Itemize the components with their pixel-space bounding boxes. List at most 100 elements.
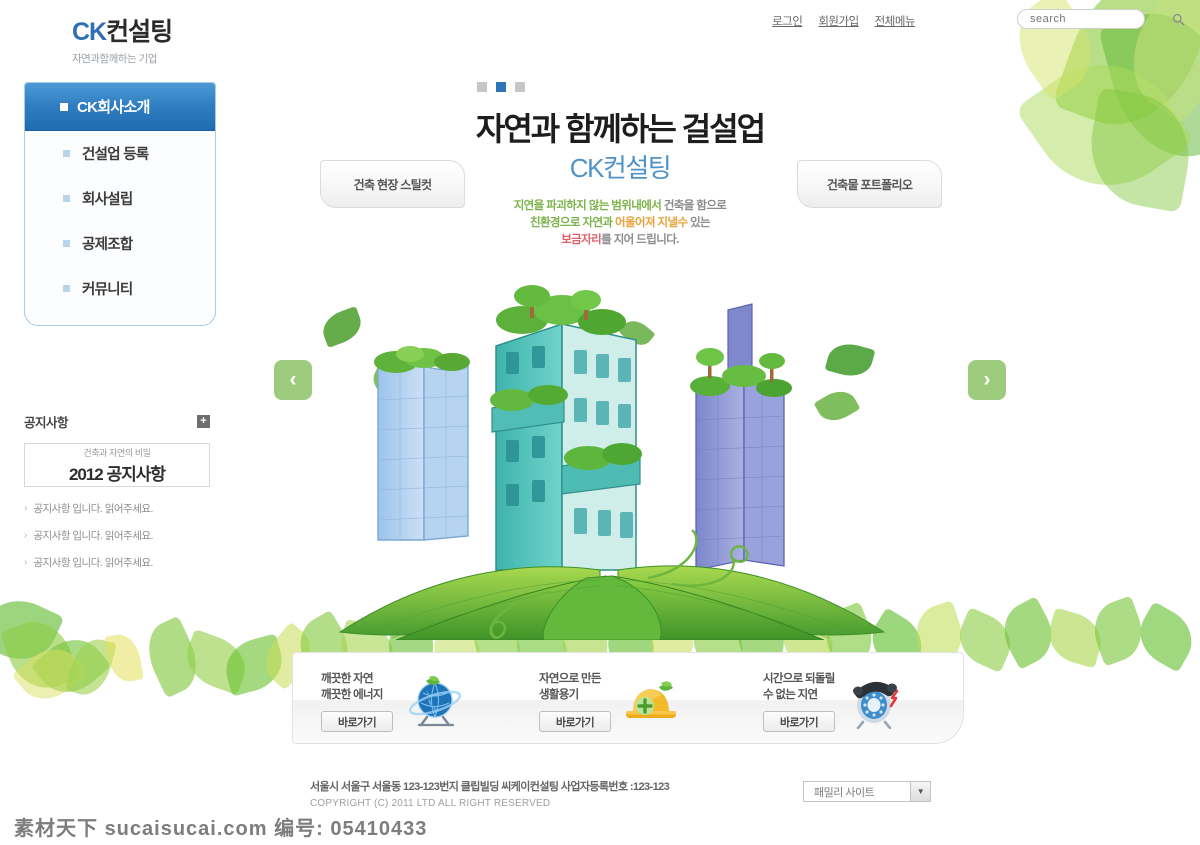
bullet-square-icon <box>63 240 70 247</box>
quick-link-button[interactable]: 바로가기 <box>321 711 393 732</box>
topnav-all-menu[interactable]: 전체메뉴 <box>875 13 916 29</box>
notice-board: 공지사항 + 건축과 자연의 비밀 2012 공지사항 › 공지사항 입니다. … <box>24 412 210 582</box>
notice-list-item[interactable]: › 공지사항 입니다. 읽어주세요. <box>24 555 210 570</box>
building-left <box>374 346 470 541</box>
search-box[interactable] <box>1017 9 1185 29</box>
slider-dot-1[interactable] <box>477 82 487 92</box>
watermark-domain: sucaisucai.com <box>104 818 268 840</box>
family-site-label: 패밀리 사이트 <box>814 786 875 799</box>
building-right <box>690 303 792 571</box>
site-logo[interactable]: CK컨설팅 자연과함께하는 기업 <box>72 20 302 66</box>
quick-link-line1: 깨끗한 자연 <box>321 673 374 685</box>
hero-desc-1b: 건축을 함으로 <box>663 200 727 212</box>
sidebar-item-community[interactable]: 커뮤니티 <box>25 266 215 311</box>
quick-link-line1: 자연으로 만든 <box>539 673 601 685</box>
family-site-select[interactable]: 패밀리 사이트 ▼ <box>803 781 931 802</box>
footer-copyright: COPYRIGHT (C) 2011 LTD ALL RIGHT RESERVE… <box>310 798 551 809</box>
hero-desc-2a: 친환경으로 자연과 <box>529 217 615 229</box>
notice-list-item[interactable]: › 공지사항 입니다. 읽어주세요. <box>24 528 210 543</box>
slider-dot-3[interactable] <box>515 82 525 92</box>
notice-list: › 공지사항 입니다. 읽어주세요. › 공지사항 입니다. 읽어주세요. › … <box>24 501 210 570</box>
eco-city-illustration <box>300 240 920 641</box>
hero-subtitle: CK컨설팅 <box>569 153 672 183</box>
logo-text: CK컨설팅 <box>72 20 302 45</box>
sidebar-item-company-establishment[interactable]: 회사설립 <box>25 176 215 221</box>
chevron-right-icon: › <box>24 503 28 514</box>
hardhat-icon <box>626 681 676 718</box>
footer: 서울시 서울구 서울동 123-123번지 클립빌딩 씨케이컨설팅 사업자등록번… <box>310 778 670 809</box>
chevron-right-icon: › <box>24 557 28 568</box>
sidebar: CK회사소개 건설업 등록 회사설립 공제조합 커뮤니티 <box>24 82 216 326</box>
quick-link-text-block: 시간으로 되돌릴 수 없는 지연 바로가기 <box>763 671 835 732</box>
slider-next-arrow-icon[interactable]: › <box>968 360 1006 400</box>
quick-link-line2: 생활용기 <box>539 689 579 701</box>
telephone-icon <box>853 681 899 729</box>
watermark: 素材天下 sucaisucai.com 编号: 05410433 <box>14 812 427 841</box>
logo-ck: CK <box>72 18 107 46</box>
page-root: CK컨설팅 자연과함께하는 기업 로그인 회원가입 전체메뉴 CK회사소개 <box>0 0 1200 845</box>
notice-item-text: 공지사항 입니다. 읽어주세요. <box>33 530 153 542</box>
logo-tagline: 자연과함께하는 기업 <box>72 53 157 65</box>
quick-link-item-3: 시간으로 되돌릴 수 없는 지연 바로가기 <box>763 671 905 732</box>
notice-header: 공지사항 + <box>24 412 210 431</box>
quick-link-line2: 수 없는 지연 <box>763 689 818 701</box>
footer-address: 서울시 서울구 서울동 123-123번지 클립빌딩 씨케이컨설팅 사업자등록번… <box>310 781 670 793</box>
quick-link-text-block: 자연으로 만든 생활용기 바로가기 <box>539 671 611 732</box>
hero-desc-2c: 있는 <box>690 217 711 229</box>
hero-desc-2b: 어울어져 지낼수 <box>615 217 691 229</box>
sidebar-item-label: 공제조합 <box>82 237 133 253</box>
topnav-login[interactable]: 로그인 <box>772 13 803 29</box>
notice-title: 공지사항 <box>24 416 69 430</box>
notice-item-text: 공지사항 입니다. 읽어주세요. <box>33 503 153 515</box>
quick-link-button[interactable]: 바로가기 <box>539 711 611 732</box>
quick-link-line2: 깨끗한 에너지 <box>321 689 383 701</box>
hero-desc-line-1: 지연을 파괴하지 않는 범위내에서 건축을 함으로 <box>450 198 790 215</box>
notice-list-item[interactable]: › 공지사항 입니다. 읽어주세요. <box>24 501 210 516</box>
notice-banner-subtitle: 건축과 자연의 비밀 <box>83 447 151 458</box>
hero-title: 자연과 함께하는 걸설업 <box>475 111 766 147</box>
quick-link-bar: 깨끗한 자연 깨끗한 에너지 바로가기 자연으로 만든 생활용기 바로가기 시간… <box>292 652 964 744</box>
notice-banner-title: 2012 공지사항 <box>68 464 166 484</box>
sidebar-item-company-intro[interactable]: CK회사소개 <box>25 83 215 131</box>
bullet-square-icon <box>63 285 70 292</box>
quick-link-text-block: 깨끗한 자연 깨끗한 에너지 바로가기 <box>321 671 393 732</box>
topnav-signup[interactable]: 회원가입 <box>818 13 859 29</box>
notice-item-text: 공지사항 입니다. 읽어주세요. <box>33 557 153 569</box>
hero-desc-1a: 지연을 파괴하지 않는 범위내에서 <box>513 200 664 212</box>
hero-button-stillcut[interactable]: 건축 현장 스틸컷 <box>320 160 465 208</box>
quick-link-item-1: 깨끗한 자연 깨끗한 에너지 바로가기 <box>321 671 463 732</box>
hero-desc-line-2: 친환경으로 자연과 어울어져 지낼수 있는 <box>450 215 790 232</box>
hero-button-portfolio[interactable]: 건축물 포트폴리오 <box>797 160 942 208</box>
top-navigation: 로그인 회원가입 전체메뉴 <box>772 13 915 29</box>
sidebar-item-construction-registration[interactable]: 건설업 등록 <box>25 131 215 176</box>
chevron-down-icon[interactable]: ▼ <box>910 782 930 801</box>
notice-more-button[interactable]: + <box>197 415 210 428</box>
slider-indicator <box>477 82 525 92</box>
bullet-square-icon <box>60 102 68 111</box>
watermark-brand: 素材天下 <box>14 818 98 840</box>
bullet-square-icon <box>63 150 70 157</box>
quick-link-item-2: 자연으로 만든 생활용기 바로가기 <box>539 671 681 732</box>
building-center <box>490 285 642 571</box>
sidebar-item-label: 커뮤니티 <box>82 282 133 298</box>
leaf-cradle <box>338 565 886 641</box>
slider-dot-2-active[interactable] <box>496 82 506 92</box>
sidebar-item-label: 건설업 등록 <box>82 147 149 163</box>
quick-link-button[interactable]: 바로가기 <box>763 711 835 732</box>
site-header: CK컨설팅 자연과함께하는 기업 로그인 회원가입 전체메뉴 <box>0 0 1200 70</box>
notice-banner[interactable]: 건축과 자연의 비밀 2012 공지사항 <box>24 443 210 487</box>
sidebar-item-label: 회사설립 <box>82 192 133 208</box>
sidebar-active-label: CK회사소개 <box>77 99 150 116</box>
sidebar-item-mutual-aid[interactable]: 공제조합 <box>25 221 215 266</box>
quick-link-line1: 시간으로 되돌릴 <box>763 673 835 685</box>
search-icon[interactable] <box>1172 13 1185 26</box>
watermark-id-value: 05410433 <box>330 818 428 840</box>
search-input[interactable] <box>1030 13 1172 25</box>
watermark-id-label: 编号: <box>274 818 324 840</box>
sidebar-menu-spacer <box>25 311 215 325</box>
sidebar-menu-panel: CK회사소개 건설업 등록 회사설립 공제조합 커뮤니티 <box>24 82 216 326</box>
logo-rest: 컨설팅 <box>106 18 173 46</box>
bullet-square-icon <box>63 195 70 202</box>
chevron-right-icon: › <box>24 530 28 541</box>
globe-icon <box>408 676 462 727</box>
